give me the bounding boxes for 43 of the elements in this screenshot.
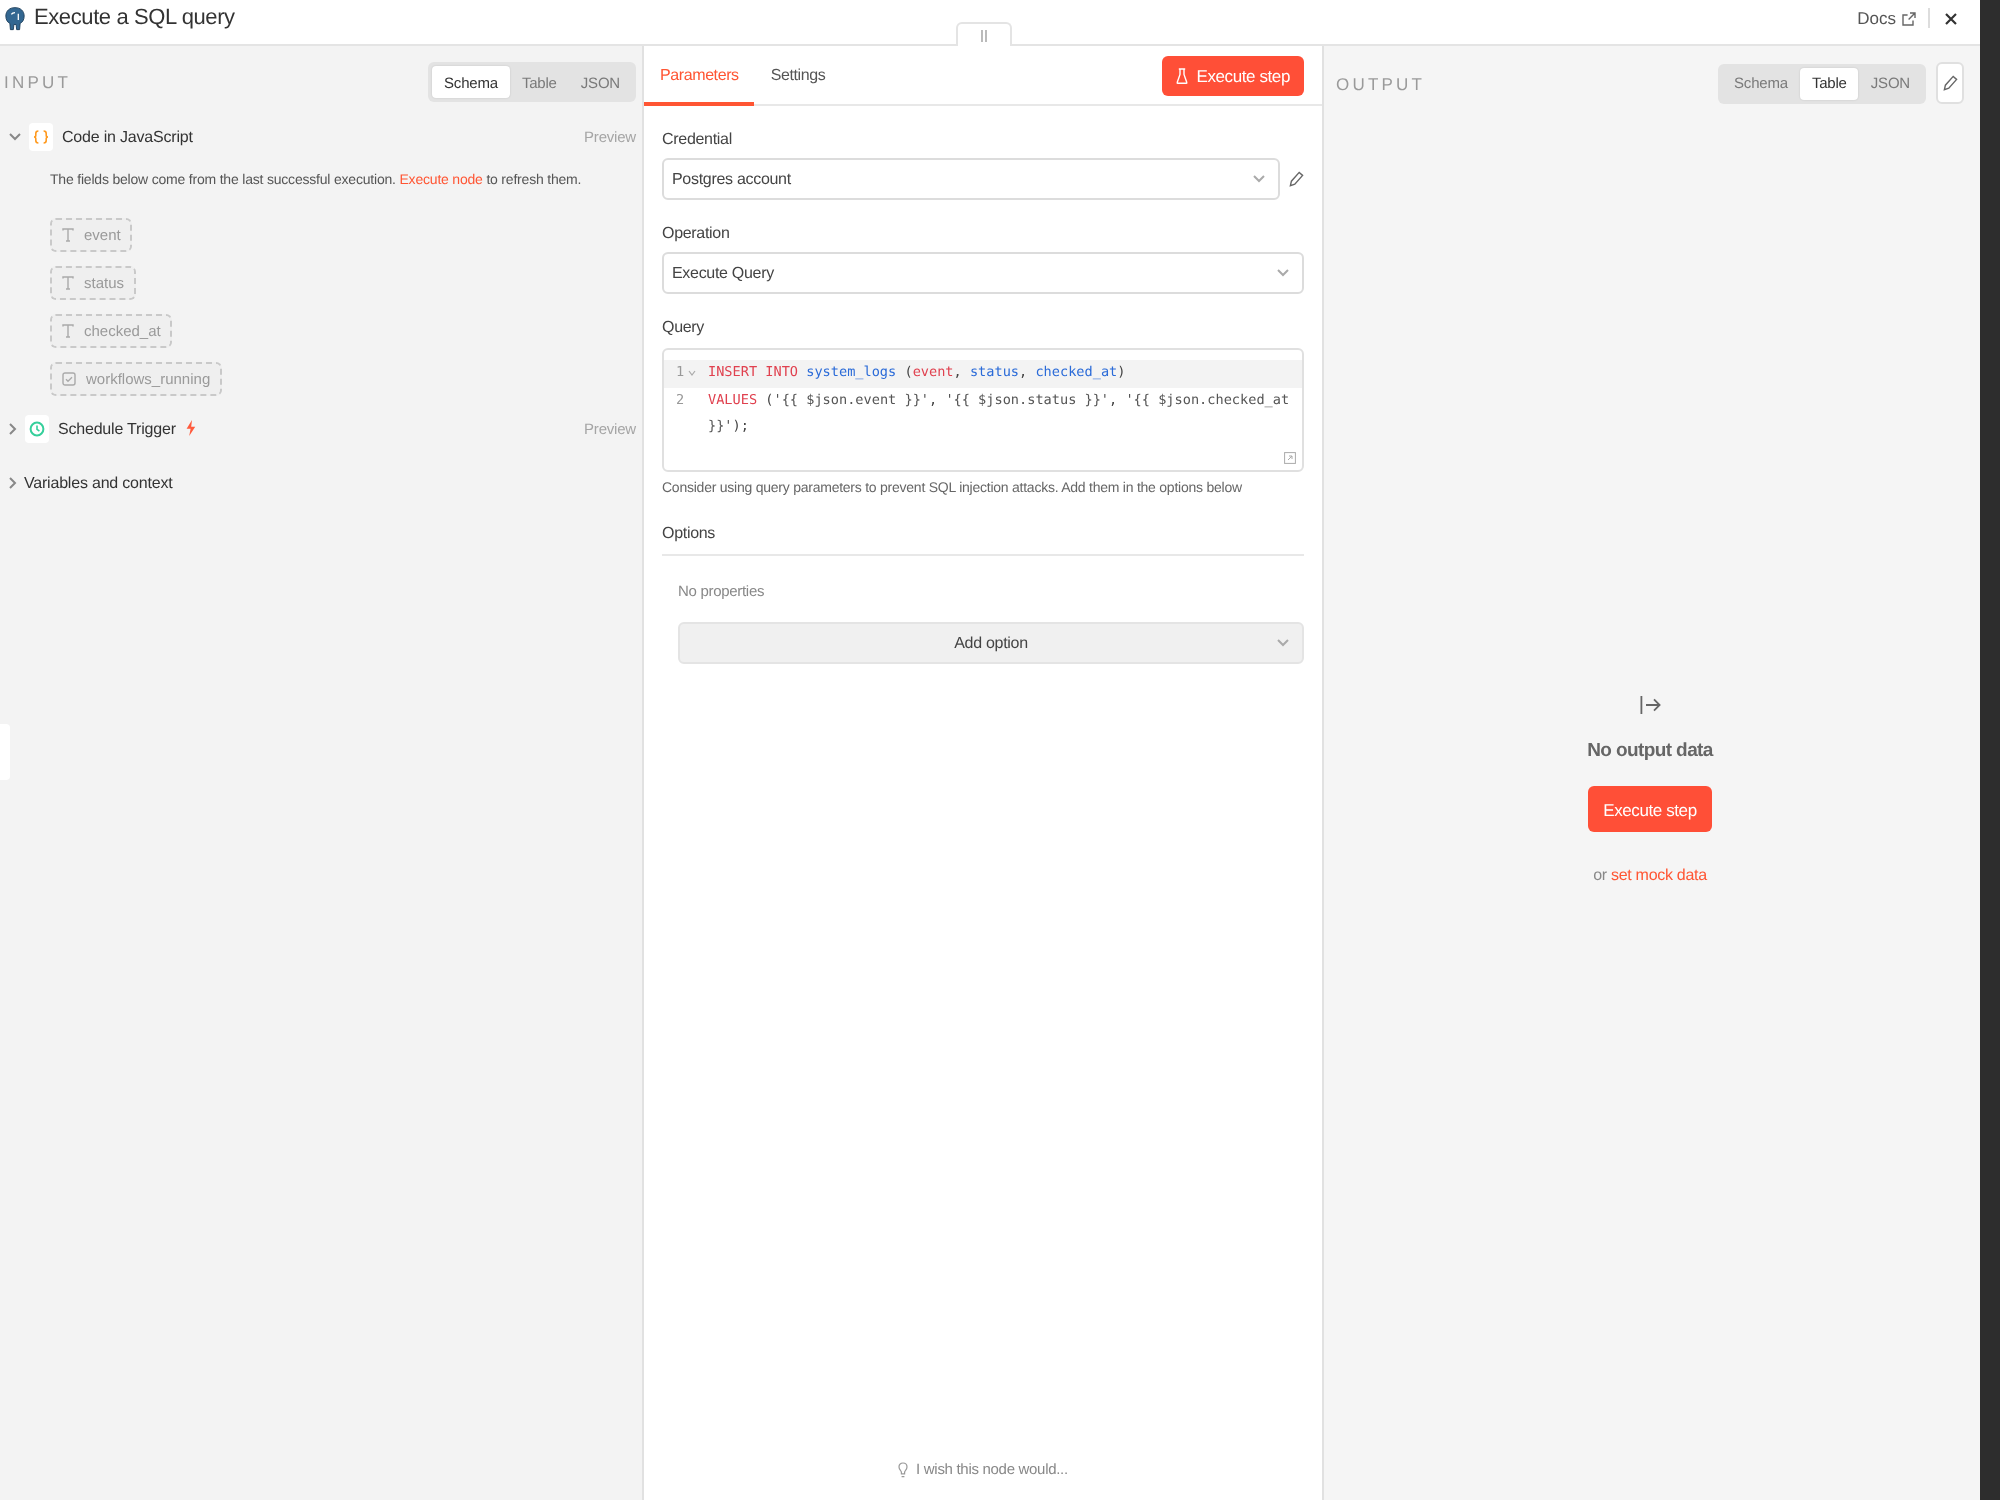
chevron-down-icon bbox=[1276, 638, 1290, 648]
field-label: Credential bbox=[662, 128, 732, 152]
field-label: Operation bbox=[662, 222, 730, 246]
close-icon bbox=[1944, 11, 1958, 25]
docs-link[interactable]: Docs bbox=[1857, 8, 1916, 28]
panel-heading: INPUT bbox=[4, 72, 71, 92]
chevron-down-icon bbox=[1252, 174, 1266, 184]
text-type-icon bbox=[62, 324, 74, 338]
flask-icon bbox=[1176, 67, 1189, 83]
drag-handle[interactable] bbox=[956, 22, 1012, 46]
section-toggle[interactable]: Variables and context bbox=[24, 473, 173, 491]
section-label: Options bbox=[662, 522, 716, 546]
execute-step-button[interactable]: Execute step bbox=[1162, 55, 1304, 95]
select-field[interactable]: Postgres account bbox=[662, 158, 1280, 200]
close-button[interactable] bbox=[1944, 11, 1958, 25]
pencil-icon bbox=[1288, 170, 1304, 188]
panel-heading: OUTPUT bbox=[1336, 73, 1426, 93]
pencil-icon bbox=[1942, 74, 1958, 92]
mock-data-text: or set mock data bbox=[1593, 866, 1707, 884]
clock-icon bbox=[24, 413, 50, 443]
execute-step-button[interactable]: Execute step bbox=[1587, 786, 1713, 832]
edit-button[interactable] bbox=[1936, 62, 1964, 104]
panel-tab[interactable]: Parameters bbox=[644, 46, 755, 106]
text-type-icon bbox=[62, 276, 74, 290]
field-label: Query bbox=[662, 316, 705, 340]
window-title: Execute a SQL query bbox=[34, 6, 235, 30]
lightning-icon bbox=[185, 420, 196, 436]
add-option-button[interactable]: Add option bbox=[678, 622, 1304, 664]
braces-icon bbox=[28, 121, 54, 151]
node-name: Schedule Trigger bbox=[58, 419, 176, 437]
grip-icon bbox=[980, 29, 988, 41]
empty-title: No output data bbox=[1587, 740, 1713, 762]
checkbox-icon bbox=[62, 372, 76, 386]
node-name: Code in JavaScript bbox=[62, 127, 193, 145]
lightbulb-icon bbox=[898, 1461, 909, 1477]
select-field[interactable]: Execute Query bbox=[662, 252, 1304, 294]
external-link-icon bbox=[1902, 11, 1916, 25]
arrow-from-bar-icon bbox=[1639, 696, 1661, 714]
text-type-icon bbox=[62, 228, 74, 242]
set-mock-data-link[interactable]: set mock data bbox=[1611, 866, 1707, 884]
chevron-down-icon bbox=[1276, 268, 1290, 278]
expand-icon bbox=[1284, 452, 1296, 464]
panel-tab[interactable]: Settings bbox=[754, 46, 842, 106]
